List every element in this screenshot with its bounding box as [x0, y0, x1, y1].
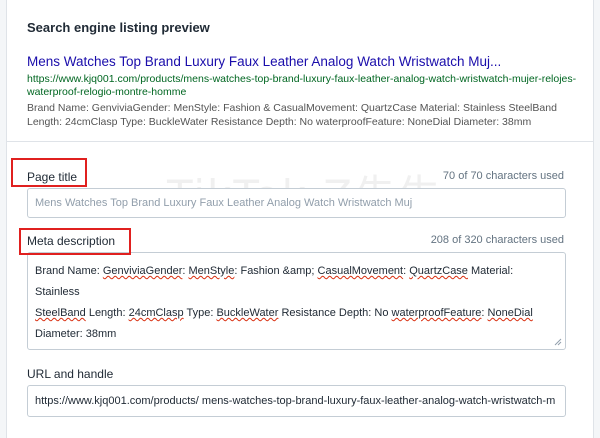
resize-handle-icon[interactable]	[554, 338, 562, 346]
meta-description-label: Meta description	[27, 234, 116, 248]
page-title-input[interactable]: Mens Watches Top Brand Luxury Faux Leath…	[27, 188, 566, 218]
meta-description-textarea[interactable]: Brand Name: GenviviaGender: MenStyle: Fa…	[27, 252, 566, 350]
meta-line-2: SteelBand Length: 24cmClasp Type: Buckle…	[35, 307, 533, 319]
preview-title-link[interactable]: Mens Watches Top Brand Luxury Faux Leath…	[27, 54, 587, 69]
seo-card: Search engine listing preview Mens Watch…	[6, 0, 594, 438]
meta-line-3: Diameter: 38mm	[35, 328, 117, 340]
page-title-label: Page title	[27, 170, 78, 184]
preview-url: https://www.kjq001.com/products/mens-wat…	[27, 73, 577, 98]
url-handle-input[interactable]: https://www.kjq001.com/products/ mens-wa…	[27, 385, 566, 417]
page-edge	[594, 0, 600, 438]
section-divider	[7, 141, 593, 142]
meta-line-1: Brand Name: GenviviaGender: MenStyle: Fa…	[35, 265, 514, 298]
preview-heading: Search engine listing preview	[27, 20, 210, 35]
meta-description-counter: 208 of 320 characters used	[430, 234, 564, 246]
page-title-counter: 70 of 70 characters used	[442, 170, 564, 182]
url-handle-label: URL and handle	[27, 367, 114, 381]
preview-description: Brand Name: GenviviaGender: MenStyle: Fa…	[27, 102, 557, 128]
